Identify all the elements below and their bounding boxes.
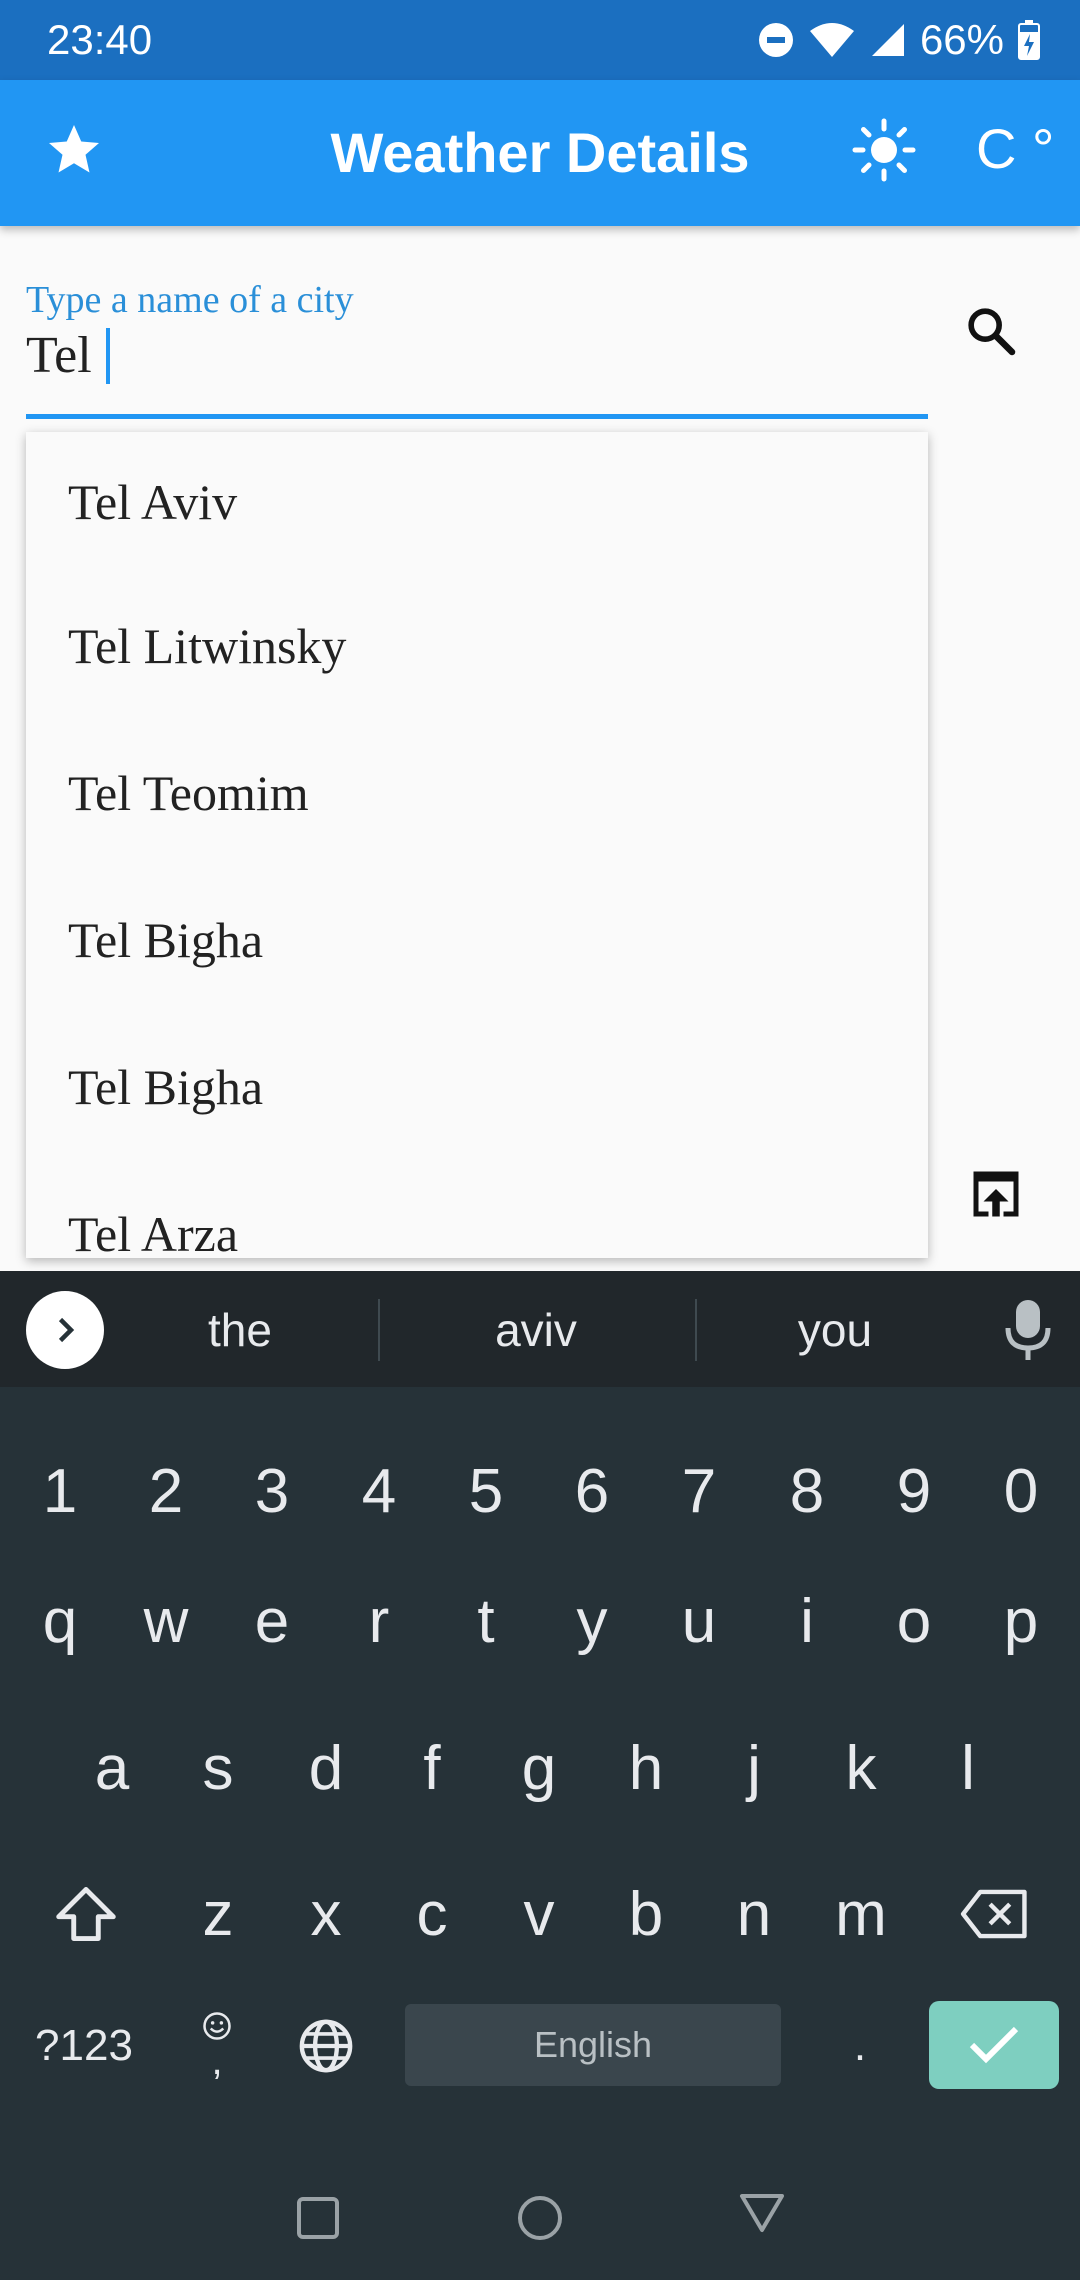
- key-o[interactable]: o: [878, 1571, 950, 1671]
- key-t[interactable]: t: [450, 1571, 522, 1671]
- suggestion-divider: [695, 1299, 697, 1361]
- home-icon[interactable]: [516, 2194, 564, 2242]
- key-e[interactable]: e: [236, 1571, 308, 1671]
- app-bar: Weather Details C °: [0, 80, 1080, 226]
- key-0[interactable]: 0: [985, 1441, 1057, 1541]
- key-x[interactable]: x: [290, 1864, 362, 1964]
- key-4[interactable]: 4: [343, 1441, 415, 1541]
- city-search-value: Tel: [26, 327, 92, 384]
- city-search-label: Type a name of a city: [26, 279, 354, 321]
- navigation-bar: [0, 2130, 1080, 2280]
- text-caret: [105, 327, 110, 384]
- suggestion-divider: [378, 1299, 380, 1361]
- word-suggestion[interactable]: aviv: [436, 1295, 636, 1365]
- word-suggestion[interactable]: you: [735, 1295, 935, 1365]
- theme-toggle-sun-icon[interactable]: [852, 118, 916, 182]
- do-not-disturb-icon: [758, 23, 793, 57]
- city-suggestion-item[interactable]: Tel Teomim: [26, 719, 928, 866]
- emoji-icon: [203, 2011, 231, 2040]
- key-1[interactable]: 1: [24, 1441, 96, 1541]
- page-title: Weather Details: [330, 121, 750, 184]
- key-8[interactable]: 8: [771, 1441, 843, 1541]
- key-b[interactable]: b: [610, 1864, 682, 1964]
- chevron-right-icon: [58, 1317, 75, 1343]
- key-a[interactable]: a: [76, 1718, 148, 1818]
- wifi-icon: [809, 23, 854, 57]
- enter-key[interactable]: [929, 2001, 1059, 2089]
- globe-icon: [299, 2019, 353, 2072]
- search-button[interactable]: [958, 298, 1024, 364]
- battery-percent: 66%: [919, 16, 1004, 63]
- key-7[interactable]: 7: [663, 1441, 735, 1541]
- backspace-icon: [960, 1889, 1027, 1939]
- status-bar: 23:40 66%: [0, 0, 1080, 80]
- key-3[interactable]: 3: [236, 1441, 308, 1541]
- emoji-comma-key[interactable]: ,: [186, 1998, 248, 2093]
- open-in-new-icon[interactable]: [966, 1164, 1026, 1224]
- cell-signal-icon: [871, 24, 904, 56]
- key-z[interactable]: z: [182, 1864, 254, 1964]
- check-icon: [969, 2026, 1019, 2064]
- key-l[interactable]: l: [932, 1718, 1004, 1818]
- key-j[interactable]: j: [718, 1718, 790, 1818]
- key-2[interactable]: 2: [130, 1441, 202, 1541]
- key-m[interactable]: m: [825, 1864, 897, 1964]
- key-d[interactable]: d: [290, 1718, 362, 1818]
- key-h[interactable]: h: [610, 1718, 682, 1818]
- microphone-icon[interactable]: [1004, 1297, 1052, 1363]
- temperature-unit-toggle[interactable]: C °: [976, 116, 1054, 181]
- key-c[interactable]: c: [396, 1864, 468, 1964]
- city-search-input[interactable]: Tel: [26, 326, 110, 385]
- key-w[interactable]: w: [130, 1571, 202, 1671]
- shift-arrow-icon: [56, 1887, 116, 1941]
- key-r[interactable]: r: [343, 1571, 415, 1671]
- city-suggestion-item[interactable]: Tel Litwinsky: [26, 572, 928, 719]
- key-f[interactable]: f: [396, 1718, 468, 1818]
- comma-label: ,: [211, 2038, 223, 2083]
- symbols-key[interactable]: ?123: [24, 1998, 144, 2093]
- key-n[interactable]: n: [718, 1864, 790, 1964]
- back-icon[interactable]: [738, 2190, 786, 2238]
- key-g[interactable]: g: [503, 1718, 575, 1818]
- search-input-underline: [26, 414, 928, 419]
- suggestions-expand-button[interactable]: [26, 1291, 104, 1369]
- language-key[interactable]: [290, 1998, 362, 2093]
- key-i[interactable]: i: [771, 1571, 843, 1671]
- key-9[interactable]: 9: [878, 1441, 950, 1541]
- shift-key[interactable]: [46, 1864, 126, 1964]
- battery-charging-icon: [1018, 20, 1040, 60]
- period-key[interactable]: .: [830, 1998, 890, 2093]
- backspace-key[interactable]: [955, 1864, 1035, 1964]
- space-key[interactable]: English: [405, 2004, 781, 2086]
- key-p[interactable]: p: [985, 1571, 1057, 1671]
- key-6[interactable]: 6: [556, 1441, 628, 1541]
- keyboard-suggestion-bar: the aviv you: [0, 1271, 1080, 1387]
- key-v[interactable]: v: [503, 1864, 575, 1964]
- status-time: 23:40: [47, 16, 153, 63]
- city-suggestion-item[interactable]: Tel Aviv: [26, 432, 928, 572]
- key-s[interactable]: s: [182, 1718, 254, 1818]
- key-y[interactable]: y: [556, 1571, 628, 1671]
- word-suggestion[interactable]: the: [140, 1295, 340, 1365]
- city-suggestion-item[interactable]: Tel Bigha: [26, 866, 928, 1013]
- status-icons: 66%: [758, 14, 1040, 66]
- recent-apps-icon[interactable]: [296, 2196, 340, 2240]
- key-k[interactable]: k: [825, 1718, 897, 1818]
- city-suggestion-item[interactable]: Tel Bigha: [26, 1013, 928, 1160]
- city-suggestion-item[interactable]: Tel Arza: [26, 1160, 928, 1259]
- key-q[interactable]: q: [24, 1571, 96, 1671]
- city-suggestions-dropdown: Tel Aviv Tel Litwinsky Tel Teomim Tel Bi…: [26, 432, 928, 1258]
- key-u[interactable]: u: [663, 1571, 735, 1671]
- soft-keyboard: the aviv you 1 2 3 4 5 6 7 8 9 0 q w e r…: [0, 1271, 1080, 2280]
- search-icon: [968, 308, 1016, 356]
- key-5[interactable]: 5: [450, 1441, 522, 1541]
